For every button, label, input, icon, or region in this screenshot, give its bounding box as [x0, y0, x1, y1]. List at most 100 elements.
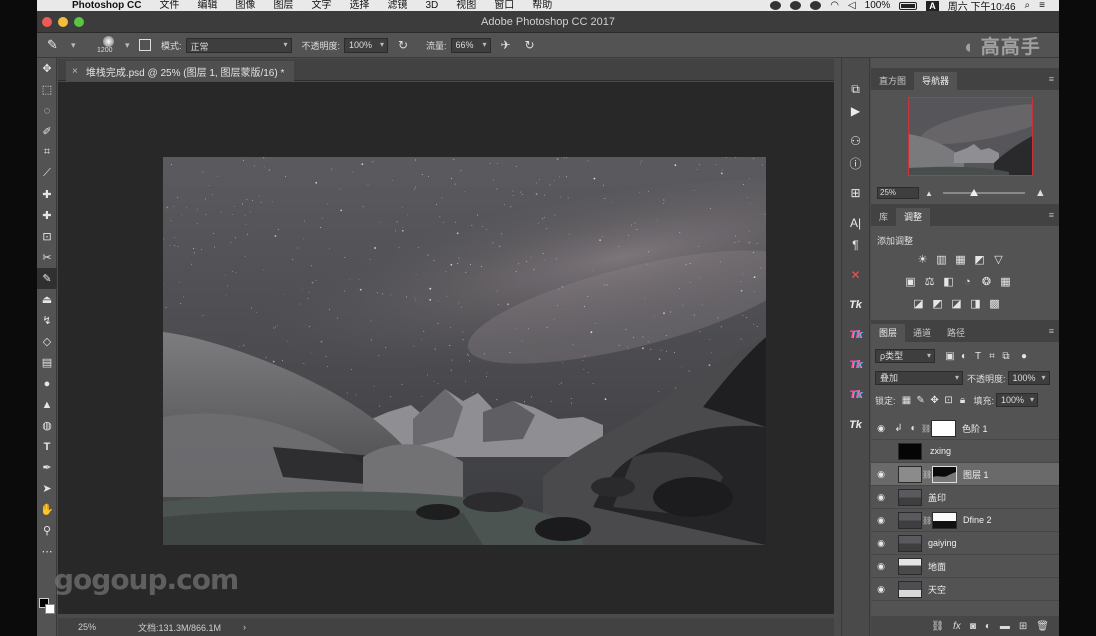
- document-tab[interactable]: × 堆栈完成.psd @ 25% (图层 1, 图层蒙版/16) *: [66, 61, 295, 81]
- paragraph-icon[interactable]: ¶: [842, 234, 869, 256]
- airbrush-icon[interactable]: ✈: [501, 38, 515, 52]
- learn-icon[interactable]: ⚇: [842, 130, 869, 152]
- menu-filter[interactable]: 滤镜: [378, 0, 416, 11]
- menu-select[interactable]: 选择: [340, 0, 378, 11]
- play-icon[interactable]: ▶: [842, 100, 869, 122]
- menu-app[interactable]: Photoshop CC: [63, 0, 150, 11]
- character-icon[interactable]: A|: [842, 212, 869, 234]
- channel-mixer-icon[interactable]: ❂: [979, 274, 994, 289]
- clone-stamp-tool-icon[interactable]: ⏏: [37, 289, 57, 310]
- color-lookup-icon[interactable]: ▦: [998, 274, 1013, 289]
- zoom-slider-knob[interactable]: [969, 189, 978, 196]
- menu-edit[interactable]: 编辑: [188, 0, 226, 11]
- add-mask-icon[interactable]: ◙: [970, 621, 976, 632]
- mode-select[interactable]: 正常: [185, 37, 292, 53]
- visibility-eye-icon[interactable]: ◉: [871, 492, 891, 503]
- dodge-tool-icon[interactable]: ◍: [37, 415, 57, 436]
- filter-type-icon[interactable]: T: [971, 351, 985, 362]
- flow-field[interactable]: 66%: [450, 37, 491, 53]
- layer-thumbnail[interactable]: [898, 511, 922, 529]
- visibility-eye-icon[interactable]: ◉: [871, 423, 891, 434]
- mask-link-icon[interactable]: ⛓: [921, 424, 931, 433]
- brightness-contrast-icon[interactable]: ☀: [915, 252, 930, 267]
- layer-name[interactable]: 图层 1: [963, 468, 989, 481]
- zoom-out-icon[interactable]: ▲: [925, 189, 933, 198]
- visibility-eye-icon[interactable]: ◉: [871, 515, 891, 526]
- layer-row[interactable]: ◉ 天空: [871, 578, 1059, 601]
- layer-mask-thumbnail[interactable]: [932, 465, 957, 483]
- filter-pixel-icon[interactable]: ▣: [943, 351, 957, 362]
- tk-icon-2[interactable]: Tk: [842, 324, 869, 346]
- eyedropper-tool-icon[interactable]: ⟋: [37, 163, 57, 184]
- layer-name[interactable]: 地面: [928, 560, 946, 573]
- filter-adjustment-icon[interactable]: ◐: [957, 351, 971, 362]
- brush-tool-icon[interactable]: ✎: [47, 37, 69, 53]
- lock-pixels-icon[interactable]: ✎: [914, 395, 928, 406]
- filter-smart-object-icon[interactable]: ⧉: [999, 351, 1013, 362]
- layer-opacity-field[interactable]: 100%: [1007, 371, 1050, 385]
- history-icon[interactable]: ⧉: [842, 78, 869, 100]
- new-layer-icon[interactable]: ⊞: [1019, 621, 1027, 632]
- tab-paths[interactable]: 路径: [939, 324, 973, 342]
- fill-field[interactable]: 100%: [996, 393, 1039, 407]
- history-brush-tool-icon[interactable]: ✂: [37, 247, 57, 268]
- battery-icon[interactable]: [899, 1, 918, 10]
- layers-menu-icon[interactable]: ≡: [1049, 326, 1054, 336]
- lock-artboard-icon[interactable]: ⊡: [942, 395, 956, 406]
- more-tools-icon[interactable]: ⋯: [37, 541, 57, 562]
- navigator-zoom-field[interactable]: 25%: [877, 187, 919, 199]
- filter-shape-icon[interactable]: ⌗: [985, 351, 999, 362]
- path-select-tool-icon[interactable]: ➤: [37, 478, 57, 499]
- color-swatches[interactable]: [39, 598, 57, 626]
- tk-icon-4[interactable]: Tk: [842, 384, 869, 406]
- input-method-badge[interactable]: A: [926, 0, 939, 11]
- menu-layer[interactable]: 图层: [264, 0, 302, 11]
- background-color-swatch[interactable]: [45, 604, 55, 614]
- black-white-icon[interactable]: ◧: [941, 274, 956, 289]
- layer-name[interactable]: 色阶 1: [962, 422, 988, 435]
- vibrance-icon[interactable]: ▽: [991, 252, 1006, 267]
- exposure-icon[interactable]: ◩: [972, 252, 987, 267]
- mask-link-icon[interactable]: ⛓: [922, 470, 932, 479]
- brush-preset-dropdown[interactable]: ▾: [125, 40, 135, 51]
- blur-tool-icon[interactable]: ●: [37, 373, 57, 394]
- new-adjustment-icon[interactable]: ◐: [985, 621, 991, 632]
- layer-name[interactable]: 盖印: [928, 491, 946, 504]
- properties-icon[interactable]: ⊞: [842, 182, 869, 204]
- opacity-field[interactable]: 100%: [344, 37, 389, 53]
- cc-icon[interactable]: [790, 1, 802, 10]
- layer-row[interactable]: ◉ gaiying: [871, 532, 1059, 555]
- layer-style-icon[interactable]: fx: [953, 621, 961, 632]
- close-panel-icon[interactable]: ✕: [842, 264, 869, 286]
- tab-channels[interactable]: 通道: [905, 324, 939, 342]
- layer-name[interactable]: gaiying: [928, 538, 957, 548]
- layer-row[interactable]: ◉ ↲ ◐ ⛓ 色阶 1: [871, 417, 1059, 440]
- layer-row[interactable]: ◉ zxing: [871, 440, 1059, 463]
- layer-thumbnail[interactable]: [898, 557, 922, 575]
- zoom-tool-icon[interactable]: ⚲: [37, 520, 57, 541]
- canvas-scrollbar[interactable]: [834, 59, 841, 636]
- lock-transparent-icon[interactable]: ▦: [900, 395, 914, 406]
- navigator-preview[interactable]: [908, 97, 1033, 176]
- new-group-icon[interactable]: ▬: [1000, 621, 1010, 632]
- gradient-map-icon[interactable]: ▩: [987, 296, 1002, 311]
- brush-preset-picker[interactable]: 1200: [97, 34, 123, 56]
- delete-layer-icon[interactable]: 🗑︎: [1036, 621, 1049, 632]
- blend-mode-select[interactable]: 叠加: [875, 371, 963, 385]
- pressure-opacity-icon[interactable]: ↻: [398, 38, 412, 52]
- layer-row[interactable]: ◉ ⛓ Dfine 2: [871, 509, 1059, 532]
- volume-icon[interactable]: ◁: [848, 0, 856, 11]
- tk-icon-3[interactable]: Tk: [842, 354, 869, 376]
- menu-window[interactable]: 窗口: [485, 0, 523, 11]
- color-balance-icon[interactable]: ⚖: [922, 274, 937, 289]
- panel-menu-icon[interactable]: ≡: [1049, 74, 1054, 84]
- status-menu-arrow[interactable]: ›: [243, 622, 246, 632]
- menu-help[interactable]: 帮助: [523, 0, 561, 11]
- zoom-in-icon[interactable]: ▲: [1035, 187, 1046, 199]
- threshold-icon[interactable]: ◪: [949, 296, 964, 311]
- menu-list-icon[interactable]: ≡: [1039, 0, 1045, 11]
- layer-mask-thumbnail[interactable]: [932, 511, 957, 529]
- menu-type[interactable]: 文字: [302, 0, 340, 11]
- hand-tool-icon[interactable]: ✋: [37, 499, 57, 520]
- stamp-tool-icon[interactable]: ⊡: [37, 226, 57, 247]
